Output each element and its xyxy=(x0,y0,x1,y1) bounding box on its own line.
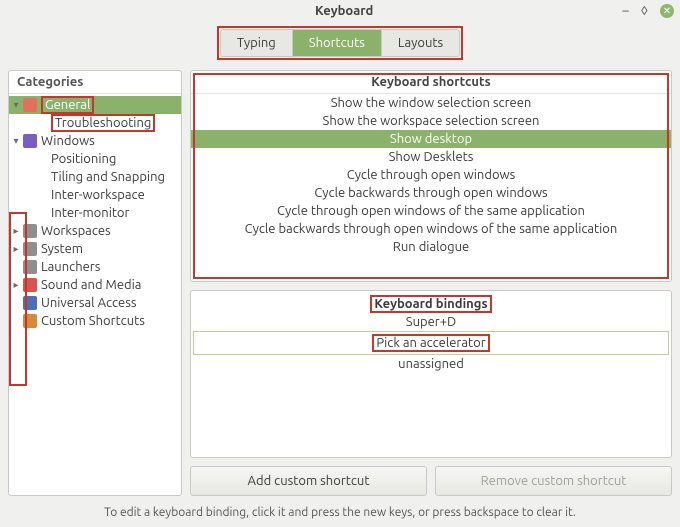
shortcut-row[interactable]: Show the workspace selection screen xyxy=(191,112,671,130)
sidebar-item-label: Inter-workspace xyxy=(51,188,145,202)
tab-row: Typing Shortcuts Layouts xyxy=(0,22,680,70)
sidebar-item-label: Windows xyxy=(41,134,95,148)
media-icon xyxy=(23,278,37,292)
main-area: Categories ▾ General Troubleshooting ▾ Windo… xyxy=(0,70,680,500)
categories-panel: Categories ▾ General Troubleshooting ▾ Windo… xyxy=(8,70,182,496)
sidebar-item-label: Troubleshooting xyxy=(55,116,151,130)
sidebar-item-label: System xyxy=(41,242,83,256)
shortcut-row[interactable]: Show Desklets xyxy=(191,148,671,166)
binding-row[interactable]: unassigned xyxy=(191,355,671,373)
titlebar: Keyboard – ◊ ✕ xyxy=(0,0,680,22)
shortcut-row[interactable]: Run dialogue xyxy=(191,238,671,256)
sidebar-item[interactable]: ▾ General xyxy=(9,96,181,114)
sidebar-item[interactable]: Launchers xyxy=(9,258,181,276)
sidebar-item[interactable]: Universal Access xyxy=(9,294,181,312)
sidebar-item[interactable]: ▾ Windows xyxy=(9,132,181,150)
sidebar-item-label: Positioning xyxy=(51,152,116,166)
sidebar-item-label: Workspaces xyxy=(41,224,111,238)
minimize-button[interactable]: – xyxy=(622,4,628,18)
tab-typing[interactable]: Typing xyxy=(221,30,293,56)
custom-icon xyxy=(23,314,37,328)
tab-layouts[interactable]: Layouts xyxy=(382,30,459,56)
keyboard-bindings-list[interactable]: Super+D Pick an accelerator unassigned xyxy=(191,313,671,379)
windows-icon xyxy=(23,134,37,148)
keyboard-shortcuts-title: Keyboard shortcuts xyxy=(191,71,671,94)
sidebar-item[interactable]: ▸ System xyxy=(9,240,181,258)
shortcut-row[interactable]: Show desktop xyxy=(191,130,671,148)
sidebar-item[interactable]: Tiling and Snapping xyxy=(9,168,181,186)
sidebar-item[interactable]: Positioning xyxy=(9,150,181,168)
shortcut-row[interactable]: Cycle through open windows xyxy=(191,166,671,184)
right-column: Keyboard shortcuts Show the window selec… xyxy=(190,70,672,496)
sidebar-item[interactable]: ▸ Sound and Media xyxy=(9,276,181,294)
chevron-right-icon[interactable]: ▸ xyxy=(9,279,23,291)
sidebar-item-label: Inter-monitor xyxy=(51,206,129,220)
chevron-down-icon[interactable]: ▾ xyxy=(9,99,23,111)
chevron-right-icon[interactable]: ▸ xyxy=(9,225,23,237)
gear-icon xyxy=(23,98,37,112)
button-row: Add custom shortcut Remove custom shortc… xyxy=(190,466,672,496)
annotation-box: General xyxy=(41,96,94,114)
launchers-icon xyxy=(23,260,37,274)
sidebar-item-label: Universal Access xyxy=(41,296,136,310)
maximize-button[interactable]: ◊ xyxy=(641,4,648,18)
binding-row[interactable]: Pick an accelerator xyxy=(193,331,669,355)
sidebar-item-label: Tiling and Snapping xyxy=(51,170,165,184)
categories-tree[interactable]: ▾ General Troubleshooting ▾ Windows Positioni… xyxy=(9,94,181,495)
tab-shortcuts[interactable]: Shortcuts xyxy=(293,30,382,56)
footer-hint: To edit a keyboard binding, click it and… xyxy=(0,500,680,527)
window-title: Keyboard xyxy=(66,4,622,18)
shortcut-row[interactable]: Show the window selection screen xyxy=(191,94,671,112)
sidebar-item[interactable]: Troubleshooting xyxy=(9,114,181,132)
keyboard-shortcuts-list[interactable]: Show the window selection screenShow the… xyxy=(191,94,671,256)
chevron-down-icon[interactable]: ▾ xyxy=(9,135,23,147)
add-custom-shortcut-button[interactable]: Add custom shortcut xyxy=(190,466,427,496)
annotation-box: Keyboard bindings xyxy=(370,295,491,313)
system-icon xyxy=(23,242,37,256)
keyboard-bindings-panel: Keyboard bindings Super+D Pick an acceler… xyxy=(190,290,672,458)
settings-window: Keyboard – ◊ ✕ Typing Shortcuts Layouts … xyxy=(0,0,680,527)
sidebar-item[interactable]: Inter-monitor xyxy=(9,204,181,222)
close-button[interactable]: ✕ xyxy=(660,4,674,18)
sidebar-item[interactable]: Inter-workspace xyxy=(9,186,181,204)
shortcut-row[interactable]: Cycle backwards through open windows xyxy=(191,184,671,202)
binding-row[interactable]: Super+D xyxy=(191,313,671,331)
sidebar-item-label: Launchers xyxy=(41,260,100,274)
chevron-right-icon[interactable]: ▸ xyxy=(9,243,23,255)
shortcut-row[interactable]: Cycle through open windows of the same a… xyxy=(191,202,671,220)
keyboard-bindings-title: Keyboard bindings xyxy=(374,297,487,311)
access-icon xyxy=(23,296,37,310)
sidebar-item[interactable]: Custom Shortcuts xyxy=(9,312,181,330)
window-controls: – ◊ ✕ xyxy=(622,4,674,18)
annotation-box: Troubleshooting xyxy=(51,114,155,132)
sidebar-item-label: General xyxy=(45,98,90,112)
sidebar-item-label: Sound and Media xyxy=(41,278,141,292)
close-icon: ✕ xyxy=(663,6,671,16)
shortcut-row[interactable]: Cycle backwards through open windows of … xyxy=(191,220,671,238)
sidebar-item[interactable]: ▸ Workspaces xyxy=(9,222,181,240)
tab-segment: Typing Shortcuts Layouts xyxy=(220,29,460,57)
categories-title: Categories xyxy=(9,71,181,94)
sidebar-item-label: Custom Shortcuts xyxy=(41,314,145,328)
keyboard-shortcuts-panel: Keyboard shortcuts Show the window selec… xyxy=(190,70,672,282)
workspaces-icon xyxy=(23,224,37,238)
annotation-box: Pick an accelerator xyxy=(372,334,489,352)
remove-custom-shortcut-button: Remove custom shortcut xyxy=(435,466,672,496)
